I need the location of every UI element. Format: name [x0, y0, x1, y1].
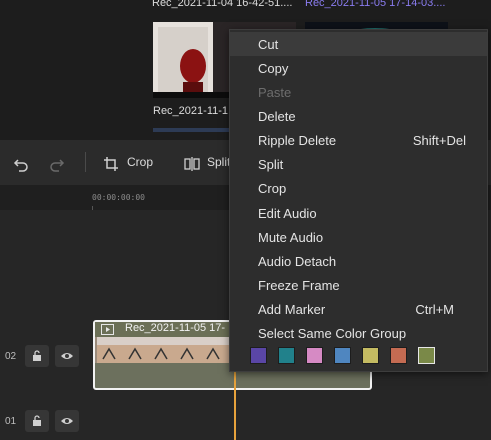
menu-item-label: Cut [258, 37, 279, 52]
crop-icon[interactable] [101, 140, 121, 185]
video-icon [101, 324, 114, 335]
menu-item-delete[interactable]: Delete [230, 104, 487, 128]
menu-item-select-same-color-group[interactable]: Select Same Color Group [230, 321, 487, 345]
menu-item-copy[interactable]: Copy [230, 56, 487, 80]
track-lock-button[interactable] [25, 410, 49, 432]
menu-item-freeze-frame[interactable]: Freeze Frame [230, 273, 487, 297]
clip-name: Rec_2021-11-05 17- [125, 322, 226, 334]
menu-item-label: Mute Audio [258, 230, 324, 245]
track-number: 01 [5, 416, 17, 427]
color-swatch[interactable] [278, 347, 295, 364]
track-lock-button[interactable] [25, 345, 49, 367]
eye-icon [61, 418, 73, 424]
playhead[interactable] [234, 360, 236, 440]
media-clip-name: Rec_2021-11-1 [153, 105, 229, 117]
redo-icon[interactable] [46, 140, 68, 185]
menu-item-add-marker[interactable]: Add Marker Ctrl+M [230, 297, 487, 321]
menu-item-shortcut: Ctrl+M [415, 302, 454, 317]
menu-item-label: Copy [258, 61, 289, 76]
unlock-icon [33, 350, 41, 361]
undo-icon[interactable] [10, 140, 32, 185]
ruler-timecode: 00:00:00:00 [92, 193, 145, 202]
color-swatch[interactable] [418, 347, 435, 364]
toolbar-divider [85, 152, 86, 172]
eye-icon [61, 353, 73, 359]
media-thumbnail-edge [153, 128, 233, 132]
split-button[interactable]: Split [207, 140, 230, 185]
color-swatch[interactable] [362, 347, 379, 364]
color-swatch[interactable] [390, 347, 407, 364]
unlock-icon [33, 415, 41, 426]
menu-item-paste: Paste [230, 80, 487, 104]
menu-item-crop[interactable]: Crop [230, 176, 487, 200]
menu-item-label: Edit Audio [258, 206, 317, 221]
menu-item-label: Freeze Frame [258, 278, 340, 293]
menu-item-label: Audio Detach [258, 254, 337, 269]
menu-item-label: Ripple Delete [258, 133, 337, 148]
menu-item-cut[interactable]: Cut [230, 32, 487, 56]
track-visibility-button[interactable] [55, 345, 79, 367]
menu-item-label: Split [258, 157, 284, 172]
menu-item-label: Paste [258, 85, 292, 100]
split-icon[interactable] [182, 140, 202, 185]
menu-item-split[interactable]: Split [230, 152, 487, 176]
color-swatch[interactable] [334, 347, 351, 364]
menu-item-label: Delete [258, 109, 296, 124]
menu-item-label: Crop [258, 181, 287, 196]
crop-button[interactable]: Crop [127, 140, 153, 185]
color-swatch[interactable] [250, 347, 267, 364]
menu-item-label: Select Same Color Group [258, 326, 407, 341]
context-menu: Cut Copy Paste Delete Ripple Delete Shif… [229, 29, 488, 372]
menu-item-label: Add Marker [258, 302, 326, 317]
media-clip-name: Rec_2021-11-05 17-14-03.... [305, 0, 446, 9]
menu-item-ripple-delete[interactable]: Ripple Delete Shift+Del [230, 128, 487, 152]
media-clip-name: Rec_2021-11-04 16-42-51.... [152, 0, 293, 9]
menu-item-shortcut: Shift+Del [412, 133, 466, 148]
track-visibility-button[interactable] [55, 410, 79, 432]
color-swatch[interactable] [306, 347, 323, 364]
menu-item-audio-detach[interactable]: Audio Detach [230, 249, 487, 273]
menu-item-mute-audio[interactable]: Mute Audio [230, 225, 487, 249]
track-number: 02 [5, 351, 17, 362]
menu-item-edit-audio[interactable]: Edit Audio [230, 201, 487, 225]
